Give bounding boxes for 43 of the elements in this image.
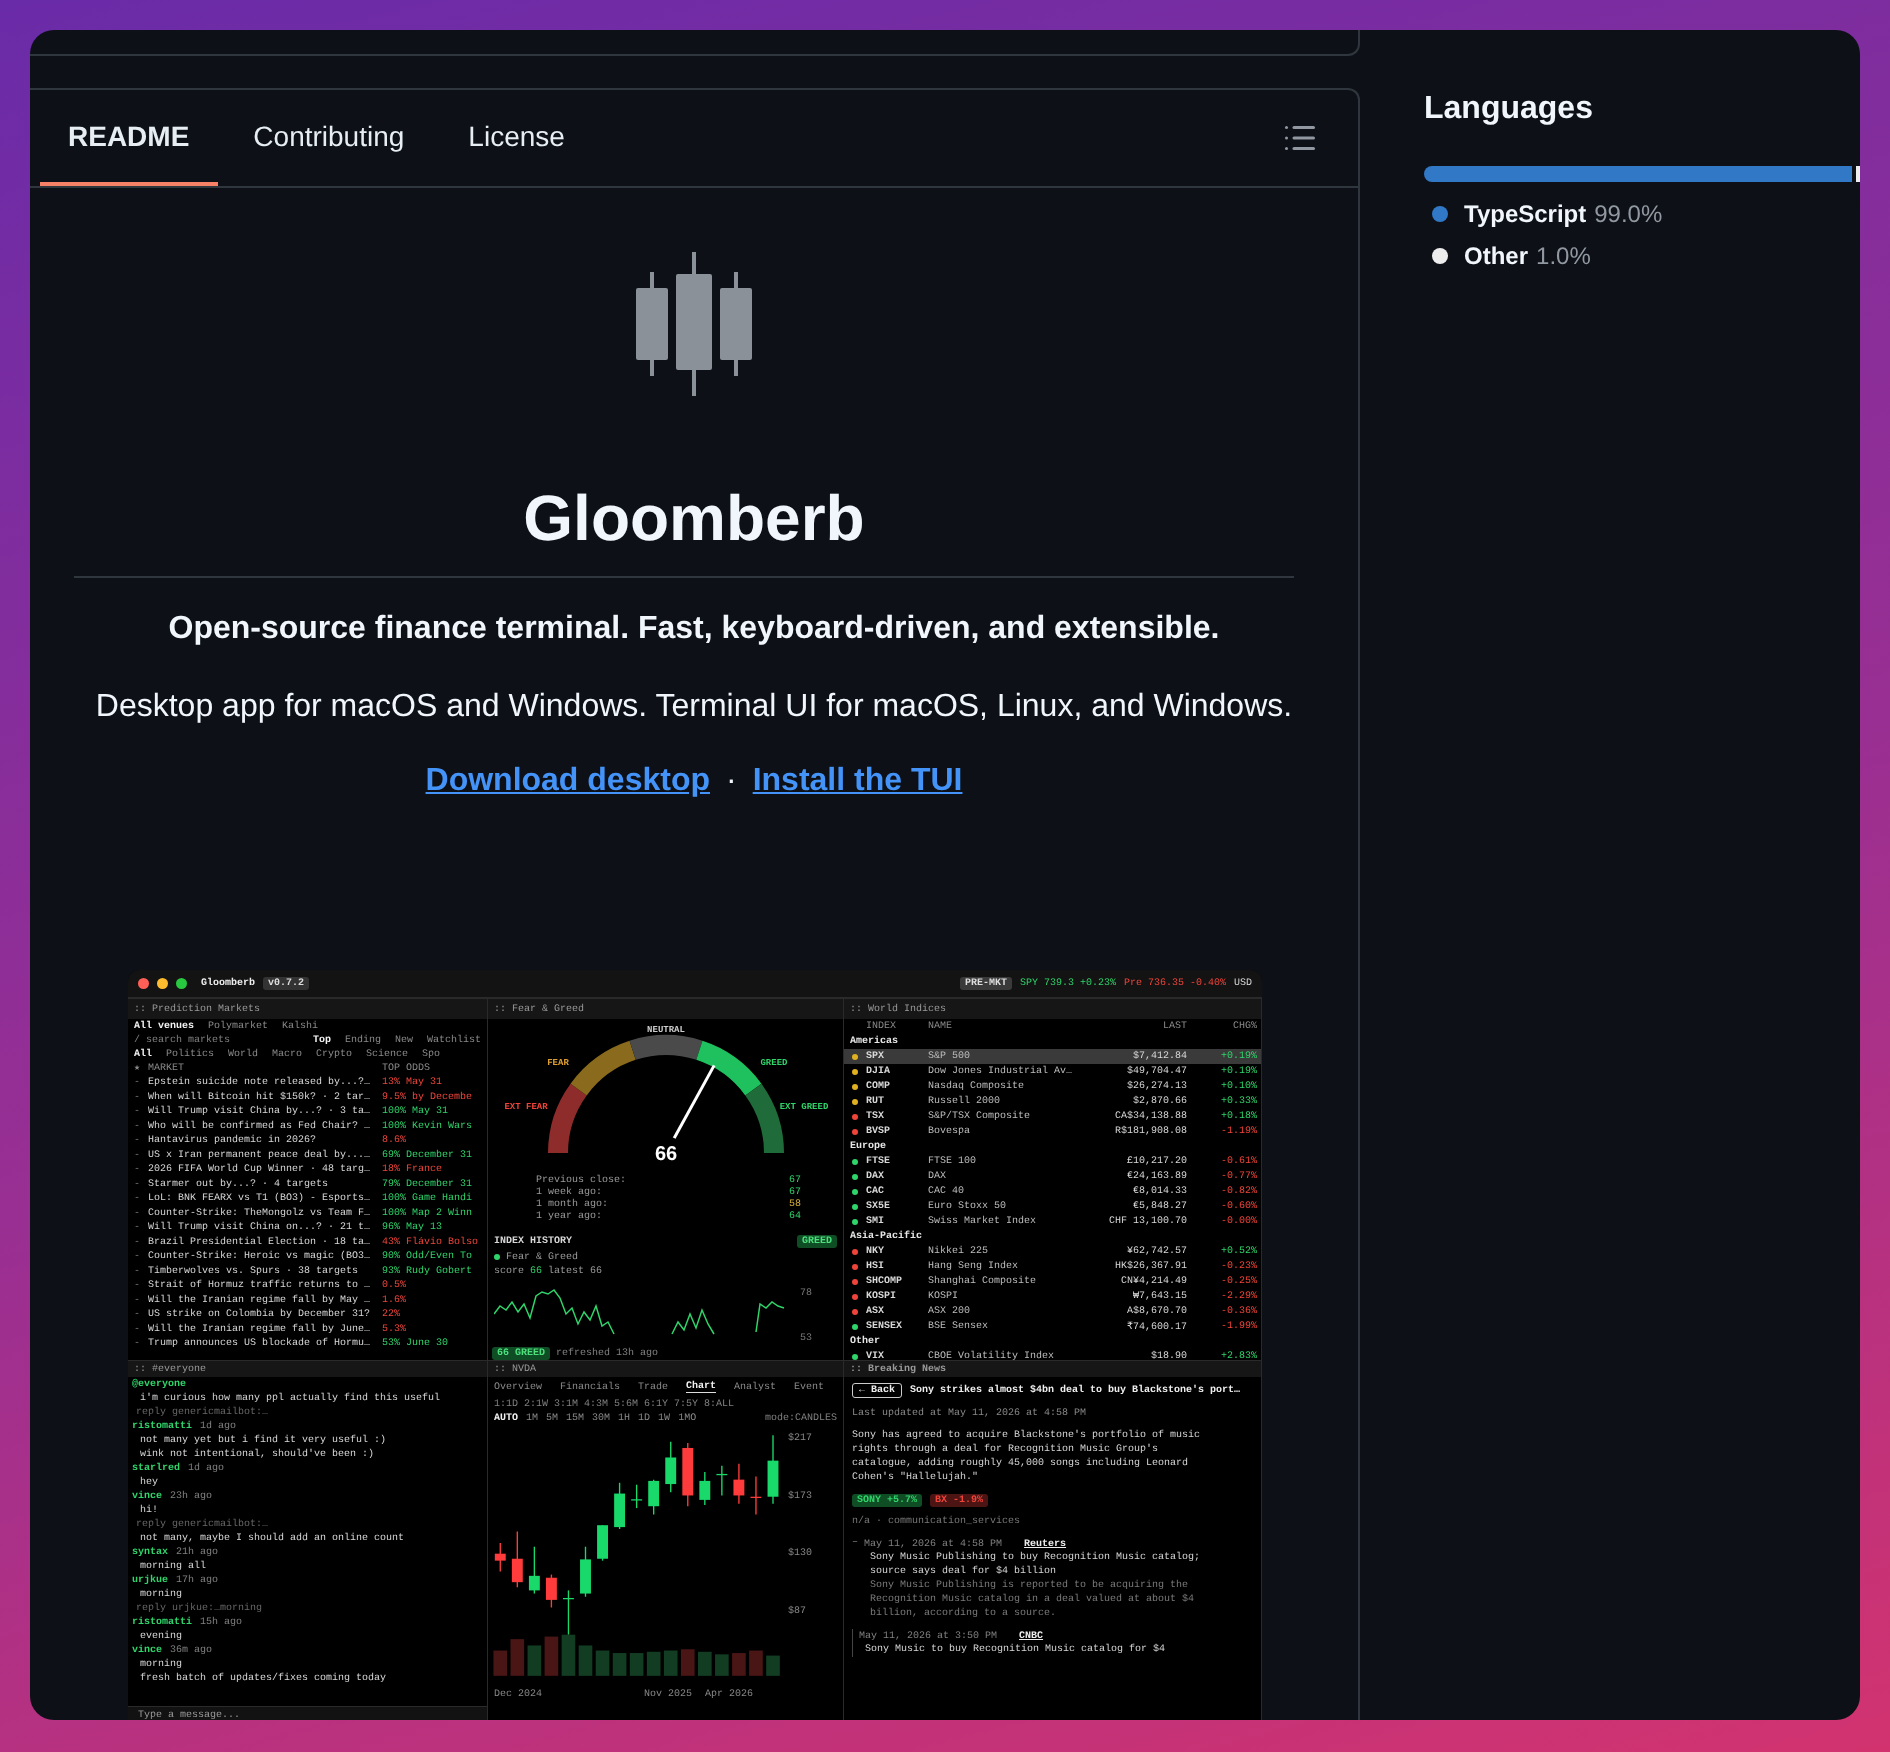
language-name: Other	[1464, 242, 1529, 270]
candle	[527, 1546, 539, 1595]
volume-bar	[714, 1654, 728, 1676]
tagline: Open-source finance terminal. Fast, keyboard-driven, and extensible.	[168, 612, 1220, 648]
separator: ·	[726, 764, 737, 800]
candle	[749, 1475, 761, 1516]
volume-bar	[731, 1653, 745, 1676]
candle	[732, 1463, 744, 1505]
candle	[664, 1441, 676, 1493]
language-percent: 99.0%	[1594, 200, 1663, 228]
volume-bar	[748, 1650, 762, 1676]
candle	[630, 1484, 642, 1509]
candle	[562, 1589, 573, 1636]
maximize-button[interactable]	[175, 978, 186, 989]
candle	[510, 1530, 522, 1588]
list-icon[interactable]	[1282, 120, 1318, 156]
readme-tab[interactable]: README	[40, 90, 218, 186]
readme-tab[interactable]: Contributing	[225, 90, 433, 186]
gauge-value: 66	[653, 1144, 676, 1166]
volume-bar	[765, 1655, 779, 1676]
description: Desktop app for macOS and Windows. Terminal UI for macOS, Linux, and Windows.	[95, 690, 1293, 726]
close-button[interactable]	[137, 978, 148, 989]
readme-title: Gloomberb	[523, 482, 865, 556]
readme-tab[interactable]: License	[440, 90, 593, 186]
legend-dot	[493, 1254, 499, 1260]
candlestick-logo-icon	[632, 252, 756, 396]
sidebar-title: Languages	[1424, 92, 1595, 128]
candle	[698, 1471, 710, 1506]
candle	[493, 1542, 505, 1573]
candle	[613, 1482, 625, 1530]
minimize-button[interactable]	[156, 978, 167, 989]
candle	[544, 1573, 556, 1609]
candle	[579, 1546, 590, 1598]
candle	[596, 1524, 607, 1562]
candle	[715, 1465, 727, 1497]
volume-bar	[697, 1651, 711, 1676]
language-name: TypeScript	[1464, 200, 1587, 228]
language-percent: 1.0%	[1536, 242, 1591, 270]
install-link[interactable]: Install the TUI	[752, 764, 963, 800]
candle	[766, 1434, 778, 1505]
download-link[interactable]: Download desktop	[425, 764, 710, 800]
candle	[647, 1478, 659, 1516]
candle	[681, 1442, 693, 1507]
